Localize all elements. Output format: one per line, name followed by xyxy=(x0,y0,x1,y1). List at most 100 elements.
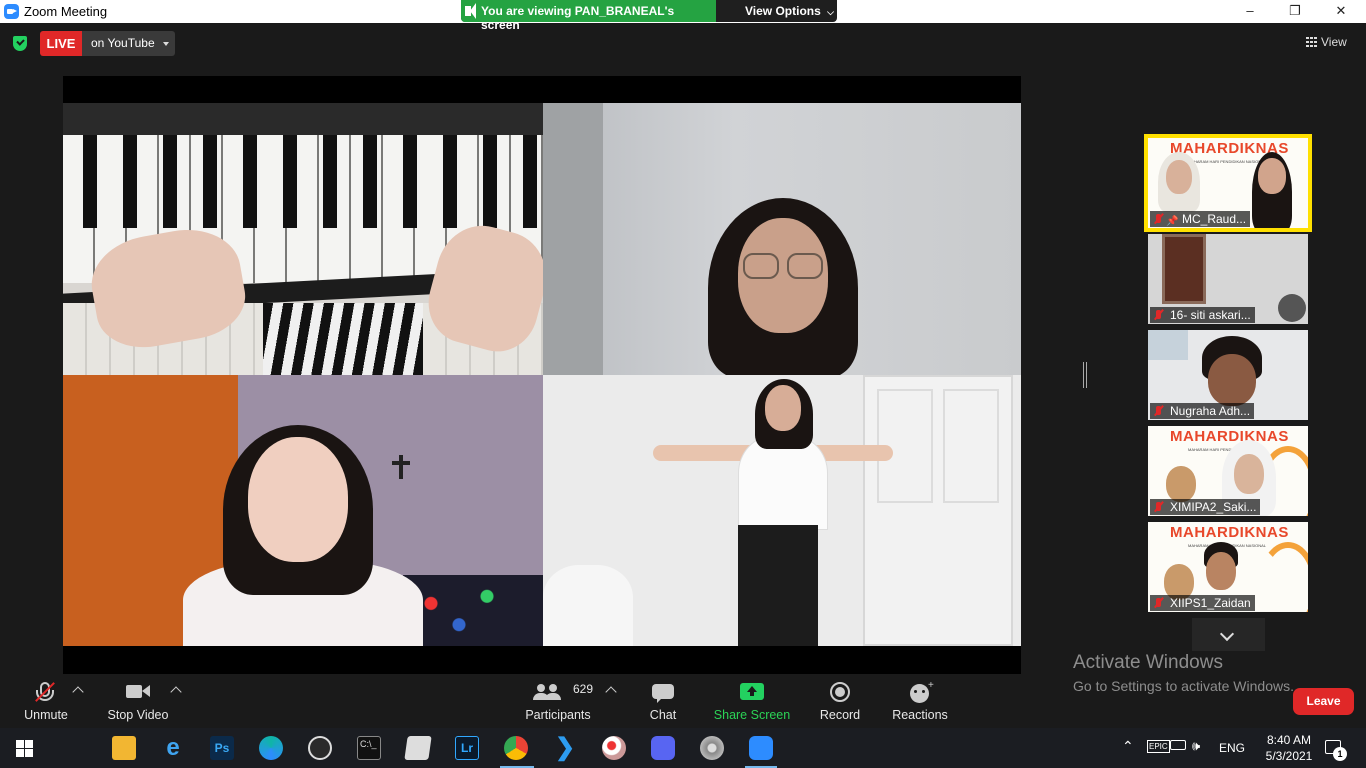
record-icon xyxy=(818,680,862,708)
grid-icon xyxy=(1306,37,1317,47)
security-shield-icon[interactable] xyxy=(13,36,27,51)
face xyxy=(1166,160,1192,194)
windows-start-icon[interactable] xyxy=(16,740,33,757)
activate-windows-watermark: Activate Windows Go to Settings to activ… xyxy=(1073,652,1294,694)
stop-video-label: Stop Video xyxy=(107,708,169,722)
taskbar-clock[interactable]: 8:40 AM 5/3/2021 xyxy=(1258,732,1320,764)
participant-tile[interactable]: MAHARDIKNAS MAHARAM HARI PENDIDIKAN NASI… xyxy=(1144,134,1312,232)
live-stream-dropdown[interactable]: on YouTube xyxy=(82,31,175,56)
battery-icon[interactable] xyxy=(1170,740,1186,750)
obs-icon[interactable] xyxy=(308,736,332,760)
poster xyxy=(1148,330,1188,360)
close-button[interactable]: ✕ xyxy=(1318,0,1364,23)
minimize-button[interactable]: – xyxy=(1227,0,1273,23)
piano-black-keys xyxy=(63,133,543,228)
face xyxy=(1258,158,1286,194)
participants-button[interactable]: 629 Participants xyxy=(525,680,594,722)
participant-tile[interactable]: MAHARDIKNAS MAHARAM HARI PENDIDIKAN NASI… xyxy=(1148,426,1308,516)
reactions-smiley-icon: + xyxy=(892,680,948,708)
pin-icon: 📌 xyxy=(1166,216,1179,227)
file-explorer-icon[interactable] xyxy=(112,736,136,760)
audio-app-icon[interactable] xyxy=(700,736,724,760)
view-options-button[interactable]: View Options ⌵ xyxy=(745,4,834,18)
wall-cross-bar xyxy=(392,461,410,465)
live-badge: LIVE xyxy=(40,31,82,56)
face xyxy=(248,437,348,562)
face xyxy=(1234,454,1264,494)
mic-muted-icon xyxy=(1156,310,1161,319)
stream-target-label: on YouTube xyxy=(91,36,155,50)
zoom-taskbar-icon[interactable] xyxy=(749,736,773,760)
edge-icon[interactable] xyxy=(259,736,283,760)
panel-resize-handle[interactable] xyxy=(1083,362,1087,388)
vscode-icon[interactable]: ❯ xyxy=(553,736,577,760)
viewing-indicator: You are viewing PAN_BRANEAL's screen xyxy=(461,0,716,32)
maximize-button[interactable]: ❐ xyxy=(1272,0,1318,23)
terminal-icon[interactable]: C:\_ xyxy=(357,736,381,760)
participant-tile[interactable]: MAHARDIKNAS MAHARAM HARI PENDIDIKAN NASI… xyxy=(1148,522,1308,612)
window-title: Zoom Meeting xyxy=(24,4,108,19)
epic-games-tray-icon[interactable]: EPIC xyxy=(1147,740,1170,753)
unmute-button[interactable]: Unmute xyxy=(20,680,72,722)
participant-name-text: Nugraha Adh... xyxy=(1170,404,1251,418)
participants-options-caret[interactable] xyxy=(605,686,617,698)
volume-icon[interactable]: 🕪 xyxy=(1192,738,1200,754)
caret-down-icon xyxy=(163,42,169,46)
chat-bubble-icon xyxy=(645,680,681,708)
participants-label: Participants xyxy=(525,708,591,722)
tray-chevron-up-icon[interactable]: ⌃ xyxy=(1122,738,1134,755)
mic-muted-icon xyxy=(1156,406,1161,415)
unmute-label: Unmute xyxy=(24,708,68,722)
participant-name: XIIPS1_Zaidan xyxy=(1150,595,1255,611)
thumbnails-scroll-down-button[interactable] xyxy=(1192,618,1265,651)
video-tile-smiling-girl xyxy=(63,375,543,646)
leave-button[interactable]: Leave xyxy=(1293,688,1354,715)
participant-name: 16- siti askari... xyxy=(1150,307,1255,323)
striped-clothing xyxy=(263,303,423,375)
sticky-app-icon[interactable] xyxy=(404,736,432,760)
video-tile-dancer xyxy=(543,375,1021,646)
video-tile-piano xyxy=(63,103,543,375)
activate-title: Activate Windows xyxy=(1073,652,1223,673)
chat-button[interactable]: Chat xyxy=(645,680,681,722)
chrome-icon[interactable] xyxy=(504,736,528,760)
share-screen-label: Share Screen xyxy=(713,708,791,722)
stop-video-button[interactable]: Stop Video xyxy=(106,680,170,722)
internet-explorer-icon[interactable]: e xyxy=(161,736,185,760)
language-indicator[interactable]: ENG xyxy=(1219,741,1245,755)
participants-count: 629 xyxy=(573,682,594,696)
polka-dot-blanket xyxy=(403,575,543,646)
door-frame xyxy=(543,103,603,375)
participant-name: Nugraha Adh... xyxy=(1150,403,1255,419)
photoshop-icon[interactable]: Ps xyxy=(210,736,234,760)
view-button[interactable]: View xyxy=(1306,35,1347,49)
lightroom-icon[interactable]: Lr xyxy=(455,736,479,760)
participant-tile[interactable]: Nugraha Adh... xyxy=(1148,330,1308,420)
face xyxy=(1206,552,1236,590)
viewing-text: You are viewing PAN_BRANEAL's screen xyxy=(481,4,675,32)
record-button[interactable]: Record xyxy=(818,680,862,722)
discord-icon[interactable] xyxy=(651,736,675,760)
black-pants xyxy=(738,525,818,646)
white-tshirt xyxy=(738,435,828,530)
banner-title: MAHARDIKNAS xyxy=(1170,524,1289,541)
screen-share-banner: You are viewing PAN_BRANEAL's screen Vie… xyxy=(461,0,837,32)
white-chair xyxy=(543,565,633,646)
glasses-right xyxy=(787,253,823,279)
banner-subtitle: MAHARAM HARI PENDIDIKAN NASIONAL xyxy=(1188,159,1267,164)
speaker-icon xyxy=(465,3,476,19)
participant-name: XIMIPA2_Saki... xyxy=(1150,499,1261,515)
audio-options-caret[interactable] xyxy=(72,686,84,698)
mic-muted-icon xyxy=(20,680,72,708)
paint-app-icon[interactable] xyxy=(602,736,626,760)
participant-tile[interactable]: 16- siti askari... xyxy=(1148,234,1308,324)
video-tile-girl-glasses xyxy=(543,103,1021,375)
participants-icon: 629 xyxy=(525,680,594,708)
reactions-button[interactable]: + Reactions xyxy=(892,680,948,722)
participant-name: 📌 MC_Raud... xyxy=(1150,211,1251,227)
glasses-left xyxy=(743,253,779,279)
share-screen-button[interactable]: Share Screen xyxy=(712,680,792,722)
view-options-label: View Options xyxy=(745,4,821,18)
video-options-caret[interactable] xyxy=(170,686,182,698)
mic-muted-icon xyxy=(1156,502,1161,511)
